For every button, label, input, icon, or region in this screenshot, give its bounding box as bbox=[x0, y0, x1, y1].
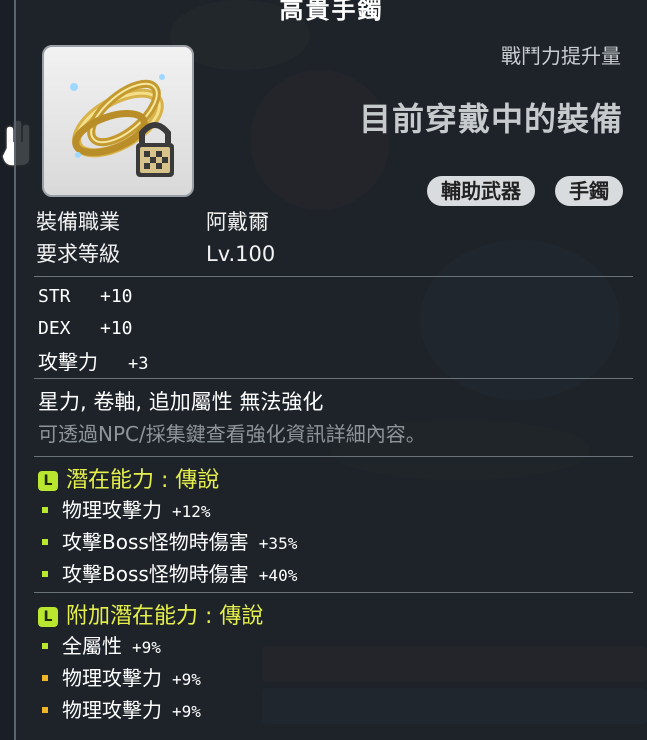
potential-line-value: +12% bbox=[172, 502, 211, 521]
bonus-potential-line-text: 全屬性 bbox=[62, 634, 122, 658]
potential-line-text: 物理攻擊力 bbox=[62, 498, 162, 522]
item-tooltip: 高貴手鐲 戰鬥力提升量 目前穿戴中的裝備 輔助武器 手鐲 裝備職業 阿戴爾 要求等… bbox=[14, 0, 647, 740]
potential-line-text: 攻擊Boss怪物時傷害 bbox=[62, 530, 249, 554]
item-name: 高貴手鐲 bbox=[279, 0, 384, 24]
stat-row-str: STR +10 bbox=[38, 286, 133, 307]
stat-value: +3 bbox=[128, 354, 149, 374]
stat-value: +10 bbox=[100, 318, 133, 339]
legendary-badge-icon: L bbox=[38, 607, 58, 627]
bonus-potential-line: 物理攻擊力 +9% bbox=[38, 662, 201, 691]
bonus-potential-line: 全屬性 +9% bbox=[38, 630, 161, 659]
bonus-potential-line-text: 物理攻擊力 bbox=[62, 666, 162, 690]
potential-line: 攻擊Boss怪物時傷害 +40% bbox=[38, 558, 297, 587]
potential-line: 物理攻擊力 +12% bbox=[38, 494, 211, 523]
item-icon-frame bbox=[42, 45, 194, 197]
bonus-potential-line-value: +9% bbox=[132, 638, 161, 657]
stat-row-dex: DEX +10 bbox=[38, 318, 133, 339]
potential-line-value: +35% bbox=[258, 534, 298, 553]
bracelet-icon bbox=[70, 74, 174, 177]
orange-bullet-icon bbox=[42, 675, 48, 681]
bonus-potential-header: L 附加潛在能力 : 傳說 bbox=[38, 598, 263, 630]
bonus-potential-line: 物理攻擊力 +9% bbox=[38, 694, 201, 723]
stat-name: DEX bbox=[38, 318, 71, 339]
stat-row-attack: 攻擊力 +3 bbox=[38, 346, 148, 375]
green-bullet-icon bbox=[42, 643, 48, 649]
divider bbox=[34, 592, 633, 593]
legendary-badge-icon: L bbox=[38, 471, 58, 491]
level-label: 要求等級 bbox=[36, 242, 120, 266]
tag-bracelet: 手鐲 bbox=[555, 176, 623, 206]
level-value: Lv.100 bbox=[206, 242, 276, 266]
potential-header: L 潛在能力 : 傳說 bbox=[38, 462, 219, 494]
equip-status-label: 目前穿戴中的裝備 bbox=[358, 100, 623, 138]
divider bbox=[34, 276, 633, 277]
combat-power-label: 戰鬥力提升量 bbox=[501, 44, 621, 68]
green-bullet-icon bbox=[42, 507, 48, 513]
divider bbox=[34, 456, 633, 457]
job-requirement-row: 裝備職業 阿戴爾 bbox=[36, 206, 269, 236]
bonus-potential-header-text: 附加潛在能力 : 傳說 bbox=[66, 604, 264, 629]
orange-bullet-icon bbox=[42, 707, 48, 713]
enhance-hint-text: 可透過NPC/採集鍵查看強化資訊詳細內容。 bbox=[38, 422, 426, 446]
tag-secondary-weapon: 輔助武器 bbox=[427, 176, 535, 206]
potential-line-text: 攻擊Boss怪物時傷害 bbox=[62, 562, 249, 586]
potential-line-value: +40% bbox=[258, 566, 298, 585]
bonus-potential-line-value: +9% bbox=[172, 670, 201, 689]
job-label: 裝備職業 bbox=[36, 210, 120, 234]
green-bullet-icon bbox=[42, 539, 48, 545]
level-requirement-row: 要求等級 Lv.100 bbox=[36, 238, 275, 268]
potential-header-text: 潛在能力 : 傳說 bbox=[66, 468, 220, 493]
stat-name: 攻擊力 bbox=[38, 350, 98, 374]
potential-line: 攻擊Boss怪物時傷害 +35% bbox=[38, 526, 297, 555]
stat-name: STR bbox=[38, 286, 71, 307]
job-value: 阿戴爾 bbox=[206, 210, 269, 234]
stat-value: +10 bbox=[100, 286, 133, 307]
green-bullet-icon bbox=[42, 571, 48, 577]
divider bbox=[34, 378, 633, 379]
bonus-potential-line-text: 物理攻擊力 bbox=[62, 698, 162, 722]
no-enhance-text: 星力, 卷軸, 追加屬性 無法強化 bbox=[38, 390, 324, 414]
bonus-potential-line-value: +9% bbox=[172, 702, 201, 721]
